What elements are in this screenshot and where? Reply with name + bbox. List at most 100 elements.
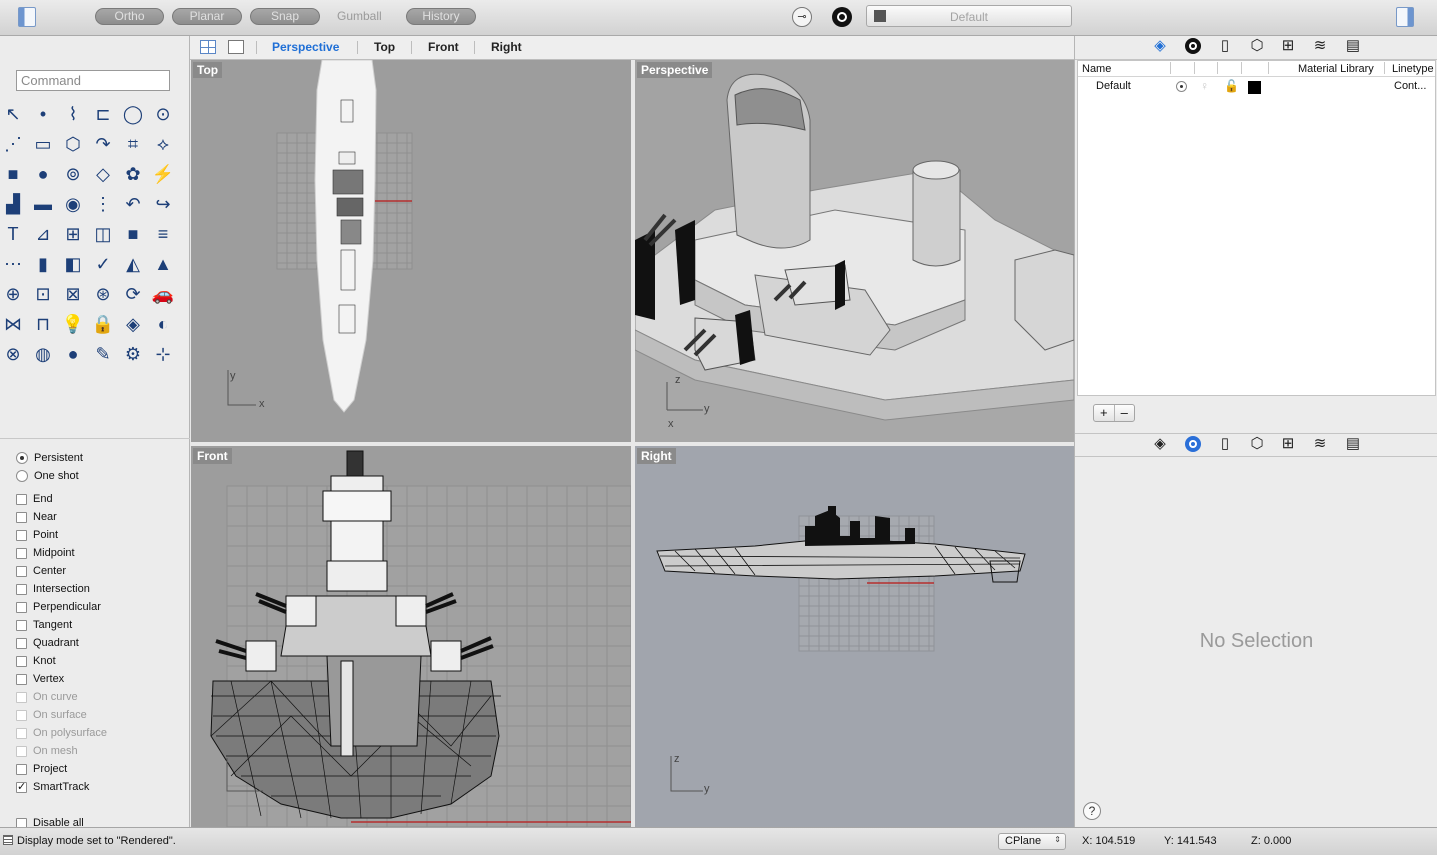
add-layer-button[interactable]: +: [1094, 405, 1115, 421]
osnap-one-shot-radio[interactable]: One shot: [16, 470, 79, 482]
object-icon[interactable]: ⬡: [1247, 434, 1267, 454]
pan-icon[interactable]: ⊛: [90, 281, 116, 307]
grid-icon[interactable]: ≋: [1310, 434, 1330, 454]
extrude-line-icon[interactable]: ▬: [30, 191, 56, 217]
sphere-icon[interactable]: ●: [30, 161, 56, 187]
check-icon[interactable]: ✓: [90, 251, 116, 277]
warning-icon[interactable]: ▲: [150, 251, 176, 277]
layout-icon[interactable]: ◧: [60, 251, 86, 277]
point-icon[interactable]: •: [30, 101, 56, 127]
tab-perspective[interactable]: Perspective: [272, 40, 339, 54]
remove-layer-button[interactable]: –: [1115, 405, 1135, 421]
history-toggle[interactable]: History: [406, 8, 476, 25]
current-layer-dropdown[interactable]: Default: [866, 5, 1072, 27]
cplane-dropdown[interactable]: CPlane ⇕: [998, 833, 1066, 850]
display-icon[interactable]: [1183, 434, 1203, 454]
osnap-on-polysurface-checkbox[interactable]: On polysurface: [16, 727, 107, 739]
key-icon[interactable]: ⊸: [792, 7, 812, 27]
tab-right[interactable]: Right: [491, 40, 522, 54]
grid-icon[interactable]: ≋: [1310, 36, 1330, 56]
osnap-smarttrack-checkbox[interactable]: ✓ SmartTrack: [16, 781, 89, 793]
viewport-perspective-title[interactable]: Perspective: [637, 62, 713, 78]
osnap-quadrant-checkbox[interactable]: Quadrant: [16, 637, 79, 649]
current-layer-indicator-icon[interactable]: [1176, 81, 1187, 92]
dimension-tools-icon[interactable]: ⊹: [150, 341, 176, 367]
explode-icon[interactable]: ⚡: [150, 161, 176, 187]
viewports-icon[interactable]: ⊞: [1278, 36, 1298, 56]
osnap-knot-checkbox[interactable]: Knot: [16, 655, 56, 667]
polyline-icon[interactable]: ⌇: [60, 101, 86, 127]
surface-icon[interactable]: ◇: [90, 161, 116, 187]
gumball-toggle[interactable]: Gumball: [337, 8, 382, 25]
notes-icon[interactable]: ▤: [1343, 434, 1363, 454]
ortho-toggle[interactable]: Ortho: [95, 8, 164, 25]
toggle-left-panel-button[interactable]: [18, 7, 36, 27]
light-icon[interactable]: 💡: [60, 311, 86, 337]
render-sphere-icon[interactable]: ◍: [30, 341, 56, 367]
boolean-icon[interactable]: ◉: [60, 191, 86, 217]
command-history-icon[interactable]: [3, 835, 13, 845]
analyze-icon[interactable]: ◭: [120, 251, 146, 277]
tab-front[interactable]: Front: [428, 40, 459, 54]
rotate-icon[interactable]: ◫: [90, 221, 116, 247]
transform-icon[interactable]: ⊿: [30, 221, 56, 247]
command-input[interactable]: Command: [16, 70, 170, 91]
mesh-icon[interactable]: ⋈: [0, 311, 26, 337]
viewport-front-title[interactable]: Front: [193, 448, 232, 464]
osnap-midpoint-checkbox[interactable]: Midpoint: [16, 547, 75, 559]
rect-corner-icon[interactable]: ▭: [30, 131, 56, 157]
osnap-on-mesh-checkbox[interactable]: On mesh: [16, 745, 78, 757]
polygon-icon[interactable]: ⬡: [60, 131, 86, 157]
layers-header-name[interactable]: Name: [1082, 63, 1111, 75]
osnap-project-checkbox[interactable]: Project: [16, 763, 67, 775]
extrude-icon[interactable]: ▟: [0, 191, 26, 217]
curve-shape-icon[interactable]: ⟡: [150, 131, 176, 157]
planar-toggle[interactable]: Planar: [172, 8, 242, 25]
globe-icon[interactable]: ⊗: [0, 341, 26, 367]
viewport-perspective[interactable]: Perspective z y x: [635, 60, 1074, 442]
group-icon[interactable]: ⊓: [30, 311, 56, 337]
osnap-end-checkbox[interactable]: End: [16, 493, 53, 505]
viewports-icon[interactable]: ⊞: [1278, 434, 1298, 454]
object-icon[interactable]: ⬡: [1247, 36, 1267, 56]
lightbulb-icon[interactable]: ♀: [1200, 79, 1209, 93]
pencil-icon[interactable]: ✎: [90, 341, 116, 367]
osnap-on-surface-checkbox[interactable]: On surface: [16, 709, 87, 721]
cylinder-icon[interactable]: ⊚: [60, 161, 86, 187]
osnap-point-checkbox[interactable]: Point: [16, 529, 58, 541]
boolean-split-icon[interactable]: ⋮: [90, 191, 116, 217]
text-icon[interactable]: T: [0, 221, 26, 247]
snap-toggle[interactable]: Snap: [250, 8, 320, 25]
curve-edit-icon[interactable]: ⋰: [0, 131, 26, 157]
layers-icon[interactable]: ◈: [1150, 434, 1170, 454]
tab-top[interactable]: Top: [374, 40, 395, 54]
curve-tools-icon[interactable]: ⌗: [120, 131, 146, 157]
viewport-top-title[interactable]: Top: [193, 62, 223, 78]
rotate-view-icon[interactable]: ⟳: [120, 281, 146, 307]
zoom-extent-icon[interactable]: ⊠: [60, 281, 86, 307]
four-view-layout-icon[interactable]: [200, 40, 216, 54]
select-arrow-icon[interactable]: ↖: [0, 101, 26, 127]
ruler-icon[interactable]: ≡: [150, 221, 176, 247]
circle-icon[interactable]: ◯: [120, 101, 146, 127]
box-icon[interactable]: ■: [0, 161, 26, 187]
viewport-top[interactable]: Top y x: [191, 60, 631, 442]
osnap-on-curve-checkbox[interactable]: On curve: [16, 691, 78, 703]
gear-group-icon[interactable]: ✿: [120, 161, 146, 187]
osnap-persistent-radio[interactable]: Persistent: [16, 452, 83, 464]
layer-row-linetype[interactable]: Cont...: [1394, 80, 1426, 92]
curve-arc-icon[interactable]: ↶: [120, 191, 146, 217]
color-wheel-icon[interactable]: ◐: [150, 311, 176, 337]
single-view-layout-icon[interactable]: [228, 40, 244, 54]
curve-chain-icon[interactable]: ↪: [150, 191, 176, 217]
osnap-center-checkbox[interactable]: Center: [16, 565, 66, 577]
solid-box-icon[interactable]: ■: [120, 221, 146, 247]
toggle-right-panel-button[interactable]: [1396, 7, 1414, 27]
array-icon[interactable]: ⊞: [60, 221, 86, 247]
arc-icon[interactable]: ↷: [90, 131, 116, 157]
zoom-icon[interactable]: ⊕: [0, 281, 26, 307]
rectangle-icon[interactable]: ⊏: [90, 101, 116, 127]
display-icon[interactable]: [1183, 36, 1203, 56]
osnap-perpendicular-checkbox[interactable]: Perpendicular: [16, 601, 101, 613]
notes-icon[interactable]: ▤: [1343, 36, 1363, 56]
